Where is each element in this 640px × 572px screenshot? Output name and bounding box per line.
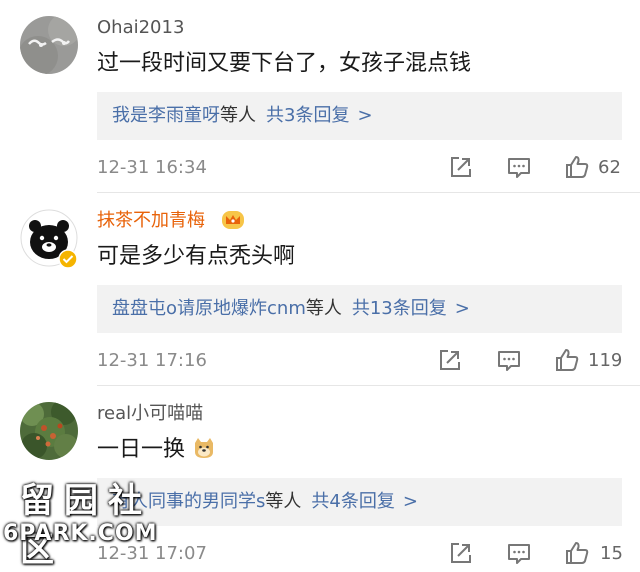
avatar[interactable]: [20, 16, 78, 74]
comment-text: 一日一换: [97, 435, 216, 465]
reply-others-label: 等人: [220, 105, 256, 126]
like-icon: [566, 542, 589, 564]
comment-text: 过一段时间又要下台了，女孩子混点钱: [97, 51, 472, 76]
reply-author-link[interactable]: 我是李雨童呀: [112, 105, 220, 126]
username[interactable]: 抹茶不加青梅: [97, 209, 205, 233]
replies-preview[interactable]: 有人同事的男同学s等人 共4条回复 >: [97, 478, 622, 526]
comment-text-content: 一日一换: [97, 437, 186, 462]
comment-button[interactable]: [506, 154, 532, 180]
like-button[interactable]: [554, 347, 580, 373]
like-icon: [566, 156, 589, 178]
chevron-right-icon: >: [402, 491, 418, 512]
comment-icon: [508, 544, 530, 564]
like-button[interactable]: [564, 154, 590, 180]
verified-badge-icon: [58, 249, 78, 269]
share-button[interactable]: [448, 154, 474, 180]
comment-button[interactable]: [496, 347, 522, 373]
reply-author-link[interactable]: 盘盘屯o请原地爆炸cnm: [112, 298, 306, 319]
comment-button[interactable]: [506, 540, 532, 566]
comment-text: 可是多少有点秃头啊: [97, 244, 296, 269]
timestamp: 12-31 16:34: [97, 157, 207, 178]
like-count: 119: [588, 350, 623, 371]
reply-count-link[interactable]: 共3条回复: [266, 105, 349, 126]
like-button[interactable]: [564, 540, 590, 566]
comment-item: real小可喵喵 一日一换 有人同事的男同学s等人 共4条回复 > 12-31 17…: [0, 386, 640, 572]
like-count: 15: [600, 543, 623, 564]
comment-item: Ohai2013 过一段时间又要下台了，女孩子混点钱 我是李雨童呀等人 共3条回复…: [0, 0, 640, 193]
comment-icon: [508, 158, 530, 178]
reply-others-label: 等人: [305, 298, 342, 319]
reply-count-link[interactable]: 共13条回复: [352, 298, 447, 319]
share-button[interactable]: [437, 347, 463, 373]
like-count: 62: [598, 157, 621, 178]
doge-emoji-icon: [195, 438, 214, 458]
username[interactable]: real小可喵喵: [97, 402, 203, 426]
comment-icon: [498, 351, 520, 371]
chevron-right-icon: >: [357, 105, 373, 126]
replies-preview[interactable]: 我是李雨童呀等人 共3条回复 >: [97, 92, 622, 140]
timestamp: 12-31 17:07: [97, 543, 207, 564]
share-icon: [451, 157, 471, 177]
share-icon: [451, 543, 471, 563]
like-icon: [556, 349, 579, 371]
crown-badge-icon: [221, 209, 245, 231]
avatar[interactable]: [20, 402, 78, 460]
avatar-image-icon: [20, 16, 78, 74]
chevron-right-icon: >: [454, 298, 470, 319]
reply-author-link[interactable]: 有人同事的男同学s: [112, 491, 265, 512]
username[interactable]: Ohai2013: [97, 16, 184, 40]
timestamp: 12-31 17:16: [97, 350, 207, 371]
reply-others-label: 等人: [265, 491, 302, 512]
share-icon: [440, 350, 460, 370]
share-button[interactable]: [448, 540, 474, 566]
replies-preview[interactable]: 盘盘屯o请原地爆炸cnm等人 共13条回复 >: [97, 285, 622, 333]
reply-count-link[interactable]: 共4条回复: [311, 491, 394, 512]
comment-item: 抹茶不加青梅 可是多少有点秃头啊 盘盘屯o请原地爆炸cnm等人 共13条回复 > 1…: [0, 193, 640, 386]
plant-avatar-icon: [20, 402, 78, 460]
